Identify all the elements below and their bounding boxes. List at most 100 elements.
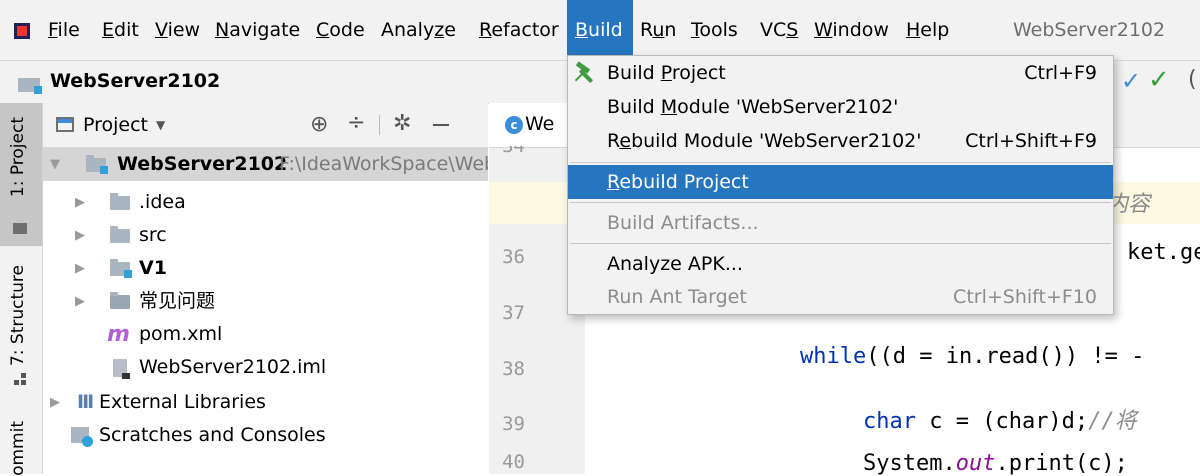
- divider: [379, 115, 380, 135]
- folder-icon: [110, 226, 130, 243]
- shortcut-label: Ctrl+Shift+F9: [965, 130, 1097, 152]
- menu-separator: [570, 202, 1111, 203]
- code-line-36: ket.ge: [1127, 240, 1200, 265]
- code-text: System.: [863, 451, 956, 476]
- tree-label-faq: 常见问题: [139, 290, 216, 312]
- menu-item-label: Build Module 'WebServer2102': [607, 96, 899, 118]
- menu-code[interactable]: Code: [308, 0, 373, 60]
- project-folder-icon: [13, 223, 27, 234]
- menu-help[interactable]: Help: [898, 0, 957, 60]
- menu-edit[interactable]: Edit: [94, 0, 147, 60]
- build-hammer-icon[interactable]: ✓: [1121, 67, 1141, 95]
- tree-label-src: src: [139, 224, 167, 246]
- menu-refactor[interactable]: Refactor: [471, 0, 567, 60]
- menu-item-build-artifacts[interactable]: Build Artifacts...: [568, 206, 1113, 240]
- code-text: c = (char)d;: [915, 409, 1089, 434]
- tree-root-name: WebServer2102: [117, 153, 288, 175]
- shortcut-label: Ctrl+Shift+F10: [953, 286, 1097, 308]
- line-number: 36: [502, 246, 525, 268]
- tool-window-stripe: 1: Project 7: Structure ommit: [0, 103, 43, 476]
- menu-bar: File Edit View Navigate Code Analyze Ref…: [0, 0, 1200, 60]
- tree-row-v1[interactable]: ▶ V1: [43, 252, 488, 285]
- gear-icon[interactable]: ✲: [393, 111, 411, 136]
- tree-row-idea[interactable]: ▶ .idea: [43, 186, 488, 219]
- tree-row-faq[interactable]: ▶ 常见问题: [43, 285, 488, 318]
- menu-item-build-module[interactable]: Build Module 'WebServer2102': [568, 90, 1113, 124]
- menu-item-label: Run Ant Target: [607, 286, 747, 308]
- stripe-tab-commit[interactable]: ommit: [0, 413, 42, 476]
- menu-item-label: Analyze APK...: [607, 253, 743, 275]
- menu-build[interactable]: Build: [567, 0, 633, 60]
- chevron-right-icon[interactable]: ▶: [75, 285, 85, 318]
- module-folder-icon: [110, 259, 132, 278]
- folder-icon: [110, 193, 130, 210]
- stripe-tab-project[interactable]: 1: Project: [0, 103, 42, 246]
- tree-row-iml[interactable]: WebServer2102.iml: [43, 351, 488, 384]
- tree-label-v1: V1: [139, 257, 167, 279]
- tree-label-idea: .idea: [139, 191, 186, 213]
- maven-icon: m: [107, 322, 130, 347]
- code-comment: //将: [1088, 409, 1137, 434]
- tree-row-scratches[interactable]: Scratches and Consoles: [43, 419, 488, 452]
- breadcrumb-project[interactable]: WebServer2102: [50, 70, 220, 92]
- tree-root-path: F:\IdeaWorkSpace\WebServer2102: [279, 153, 488, 175]
- tree-row-root[interactable]: ▼ WebServer2102 F:\IdeaWorkSpace\WebServ…: [43, 148, 488, 181]
- chevron-down-icon[interactable]: ▼: [156, 118, 165, 132]
- line-number: 39: [502, 413, 525, 435]
- shortcut-label: Ctrl+F9: [1024, 62, 1097, 84]
- project-view-selector[interactable]: Project: [83, 114, 148, 136]
- menu-tools[interactable]: Tools: [683, 0, 746, 60]
- history-icon[interactable]: (: [1188, 67, 1197, 92]
- window-title: WebServer2102: [1013, 19, 1166, 41]
- library-icon: III: [77, 391, 94, 413]
- code-line-38: while((d = in.read()) != -: [800, 344, 1144, 369]
- tree-label-external-libraries: External Libraries: [99, 391, 266, 413]
- menu-item-build-project[interactable]: ⸝ Build Project Ctrl+F9: [568, 56, 1113, 90]
- menu-item-rebuild-project[interactable]: Rebuild Project: [568, 165, 1113, 199]
- java-class-icon: c: [505, 116, 523, 134]
- menu-vcs[interactable]: VCS: [752, 0, 806, 60]
- tree-row-external-libraries[interactable]: ▶ III External Libraries: [43, 386, 488, 419]
- menu-file[interactable]: File: [40, 0, 88, 60]
- module-folder-icon: [86, 155, 108, 174]
- menu-separator: [570, 243, 1111, 244]
- menu-navigate[interactable]: Navigate: [207, 0, 308, 60]
- minimize-icon[interactable]: [433, 124, 449, 126]
- tree-label-iml: WebServer2102.iml: [139, 356, 327, 378]
- menu-item-run-ant-target[interactable]: Run Ant Target Ctrl+Shift+F10: [568, 280, 1113, 314]
- menu-view[interactable]: View: [147, 0, 208, 60]
- chevron-down-icon[interactable]: ▼: [50, 148, 60, 181]
- menu-window[interactable]: Window: [806, 0, 897, 60]
- tree-row-pom[interactable]: m pom.xml: [43, 318, 488, 351]
- commit-check-icon[interactable]: ✓: [1148, 65, 1170, 95]
- code-keyword: while: [800, 344, 867, 369]
- menu-item-label: Build Artifacts...: [607, 212, 759, 234]
- menu-item-analyze-apk[interactable]: Analyze APK...: [568, 247, 1113, 281]
- stripe-tab-structure[interactable]: 7: Structure: [0, 263, 42, 393]
- menu-analyze[interactable]: Analyze: [373, 0, 464, 60]
- code-text: ((d = in.read()) != -: [866, 344, 1145, 369]
- folder-icon: [110, 292, 130, 309]
- chevron-right-icon[interactable]: ▶: [75, 186, 85, 219]
- code-text: .print(c);: [995, 451, 1128, 476]
- editor-tab[interactable]: c We: [489, 103, 579, 147]
- menu-run[interactable]: Run: [632, 0, 684, 60]
- project-view-icon: [56, 117, 74, 132]
- line-number: 37: [502, 302, 525, 324]
- line-number: 40: [502, 451, 525, 473]
- tree-label-pom: pom.xml: [139, 323, 223, 345]
- code-line-39: char c = (char)d;//将: [863, 403, 1137, 435]
- locate-target-icon[interactable]: ⊕: [310, 112, 328, 137]
- menu-item-label: Rebuild Module 'WebServer2102': [607, 130, 922, 152]
- menu-item-rebuild-module[interactable]: Rebuild Module 'WebServer2102' Ctrl+Shif…: [568, 124, 1113, 158]
- chevron-right-icon[interactable]: ▶: [75, 252, 85, 285]
- chevron-right-icon[interactable]: ▶: [50, 386, 60, 419]
- app-logo-icon: [14, 23, 30, 39]
- code-keyword: char: [863, 409, 916, 434]
- menu-item-label: Rebuild Project: [607, 171, 749, 193]
- collapse-all-icon[interactable]: ÷: [347, 110, 365, 135]
- chevron-right-icon[interactable]: ▶: [75, 219, 85, 252]
- module-file-icon: [113, 359, 130, 379]
- project-tree: ▼ WebServer2102 F:\IdeaWorkSpace\WebServ…: [43, 148, 488, 474]
- tree-row-src[interactable]: ▶ src: [43, 219, 488, 252]
